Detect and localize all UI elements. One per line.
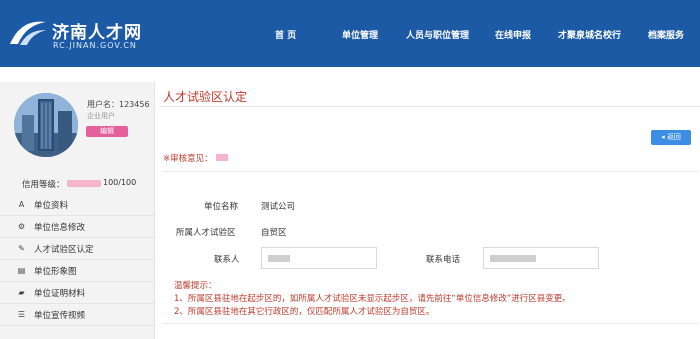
sidebar-item-unit-image[interactable]: ▤ 单位形象图 bbox=[0, 260, 155, 282]
contact-person-label: 联系人 bbox=[214, 255, 240, 265]
company-name-value: 测试公司 bbox=[261, 202, 296, 212]
nav-online-application[interactable]: 在线申报 bbox=[495, 28, 531, 41]
credit-level-label: 信用等级： bbox=[22, 180, 65, 190]
divider bbox=[163, 323, 698, 324]
gear-icon: ⚙ bbox=[17, 222, 26, 231]
main-content: 人才试验区认定 ◂ 返回 ※审核意见： 单位名称 测试公司 所属人才试验区 自贸… bbox=[158, 82, 700, 339]
username-label: 用户名：123456 bbox=[87, 100, 150, 109]
sidebar-menu: A 单位资料 ⚙ 单位信息修改 ✎ 人才试验区认定 ▤ 单位形象图 ▰ 单位证明… bbox=[0, 194, 155, 326]
nav-home[interactable]: 首 页 bbox=[275, 28, 296, 41]
contact-person-field[interactable] bbox=[261, 247, 377, 269]
sidebar-item-label: 单位形象图 bbox=[34, 267, 77, 277]
sidebar: 用户名：123456 企业用户 编辑 信用等级： 100/100 A 单位资料 … bbox=[0, 82, 155, 339]
list-icon: ☰ bbox=[17, 310, 26, 319]
logo-subtitle: RC.JINAN.GOV.CN bbox=[53, 41, 137, 50]
sidebar-item-unit-edit[interactable]: ⚙ 单位信息修改 bbox=[0, 216, 155, 238]
phone-label: 联系电话 bbox=[426, 255, 461, 265]
credit-bar bbox=[67, 180, 101, 187]
image-icon: ▤ bbox=[17, 266, 26, 275]
tips: 温馨提示： 1、所属区县驻地在起步区的，如所属人才试验区未显示起步区，请先前往“… bbox=[174, 280, 571, 319]
review-opinion-value bbox=[216, 154, 228, 161]
user-type: 企业用户 bbox=[87, 112, 115, 120]
sidebar-item-label: 单位证明材料 bbox=[34, 289, 86, 299]
divider bbox=[158, 106, 700, 107]
review-opinion-label: ※审核意见： bbox=[163, 154, 213, 164]
sidebar-item-label: 人才试验区认定 bbox=[34, 245, 94, 255]
avatar bbox=[14, 93, 78, 157]
nav-unit-management[interactable]: 单位管理 bbox=[342, 28, 378, 41]
profile-card: 用户名：123456 企业用户 编辑 bbox=[0, 82, 155, 176]
tips-line-1: 1、所属区县驻地在起步区的，如所属人才试验区未显示起步区，请先前往“单位信息修改… bbox=[174, 294, 571, 304]
pencil-icon: ✎ bbox=[18, 244, 25, 253]
credit-level-value: 100/100 bbox=[103, 178, 137, 187]
letter-a-icon: A bbox=[18, 200, 25, 209]
nav-campus-tour[interactable]: 才聚泉城名校行 bbox=[558, 28, 621, 41]
sidebar-item-label: 单位资料 bbox=[34, 201, 69, 211]
talent-zone-value: 自贸区 bbox=[261, 228, 287, 238]
sidebar-item-unit-certificates[interactable]: ▰ 单位证明材料 bbox=[0, 282, 155, 304]
sidebar-item-unit-info[interactable]: A 单位资料 bbox=[0, 194, 155, 216]
nav-archive-service[interactable]: 档案服务 bbox=[648, 28, 684, 41]
nav-staff-position-management[interactable]: 人员与职位管理 bbox=[406, 28, 469, 41]
sidebar-item-unit-video[interactable]: ☰ 单位宣传视频 bbox=[0, 304, 155, 326]
sidebar-item-label: 单位信息修改 bbox=[34, 223, 86, 233]
sidebar-item-label: 单位宣传视频 bbox=[34, 311, 86, 321]
page-title: 人才试验区认定 bbox=[163, 90, 248, 104]
edit-profile-button[interactable]: 编辑 bbox=[86, 126, 128, 137]
main-nav: 首 页 单位管理 人员与职位管理 在线申报 才聚泉城名校行 档案服务 bbox=[0, 28, 700, 42]
company-name-label: 单位名称 bbox=[204, 202, 239, 212]
phone-field[interactable] bbox=[483, 247, 599, 269]
back-button[interactable]: ◂ 返回 bbox=[651, 130, 691, 145]
folder-icon: ▰ bbox=[18, 288, 25, 297]
divider bbox=[163, 171, 698, 172]
talent-zone-label: 所属人才试验区 bbox=[176, 228, 236, 238]
sidebar-item-talent-zone[interactable]: ✎ 人才试验区认定 bbox=[0, 238, 155, 260]
building-photo-icon bbox=[14, 93, 78, 157]
tips-line-2: 2、所属区县驻地在其它行政区的，仅匹配所属人才试验区为自贸区。 bbox=[174, 307, 435, 317]
site-header: 济南人才网 RC.JINAN.GOV.CN 首 页 单位管理 人员与职位管理 在… bbox=[0, 0, 700, 67]
tips-title: 温馨提示： bbox=[174, 281, 217, 291]
